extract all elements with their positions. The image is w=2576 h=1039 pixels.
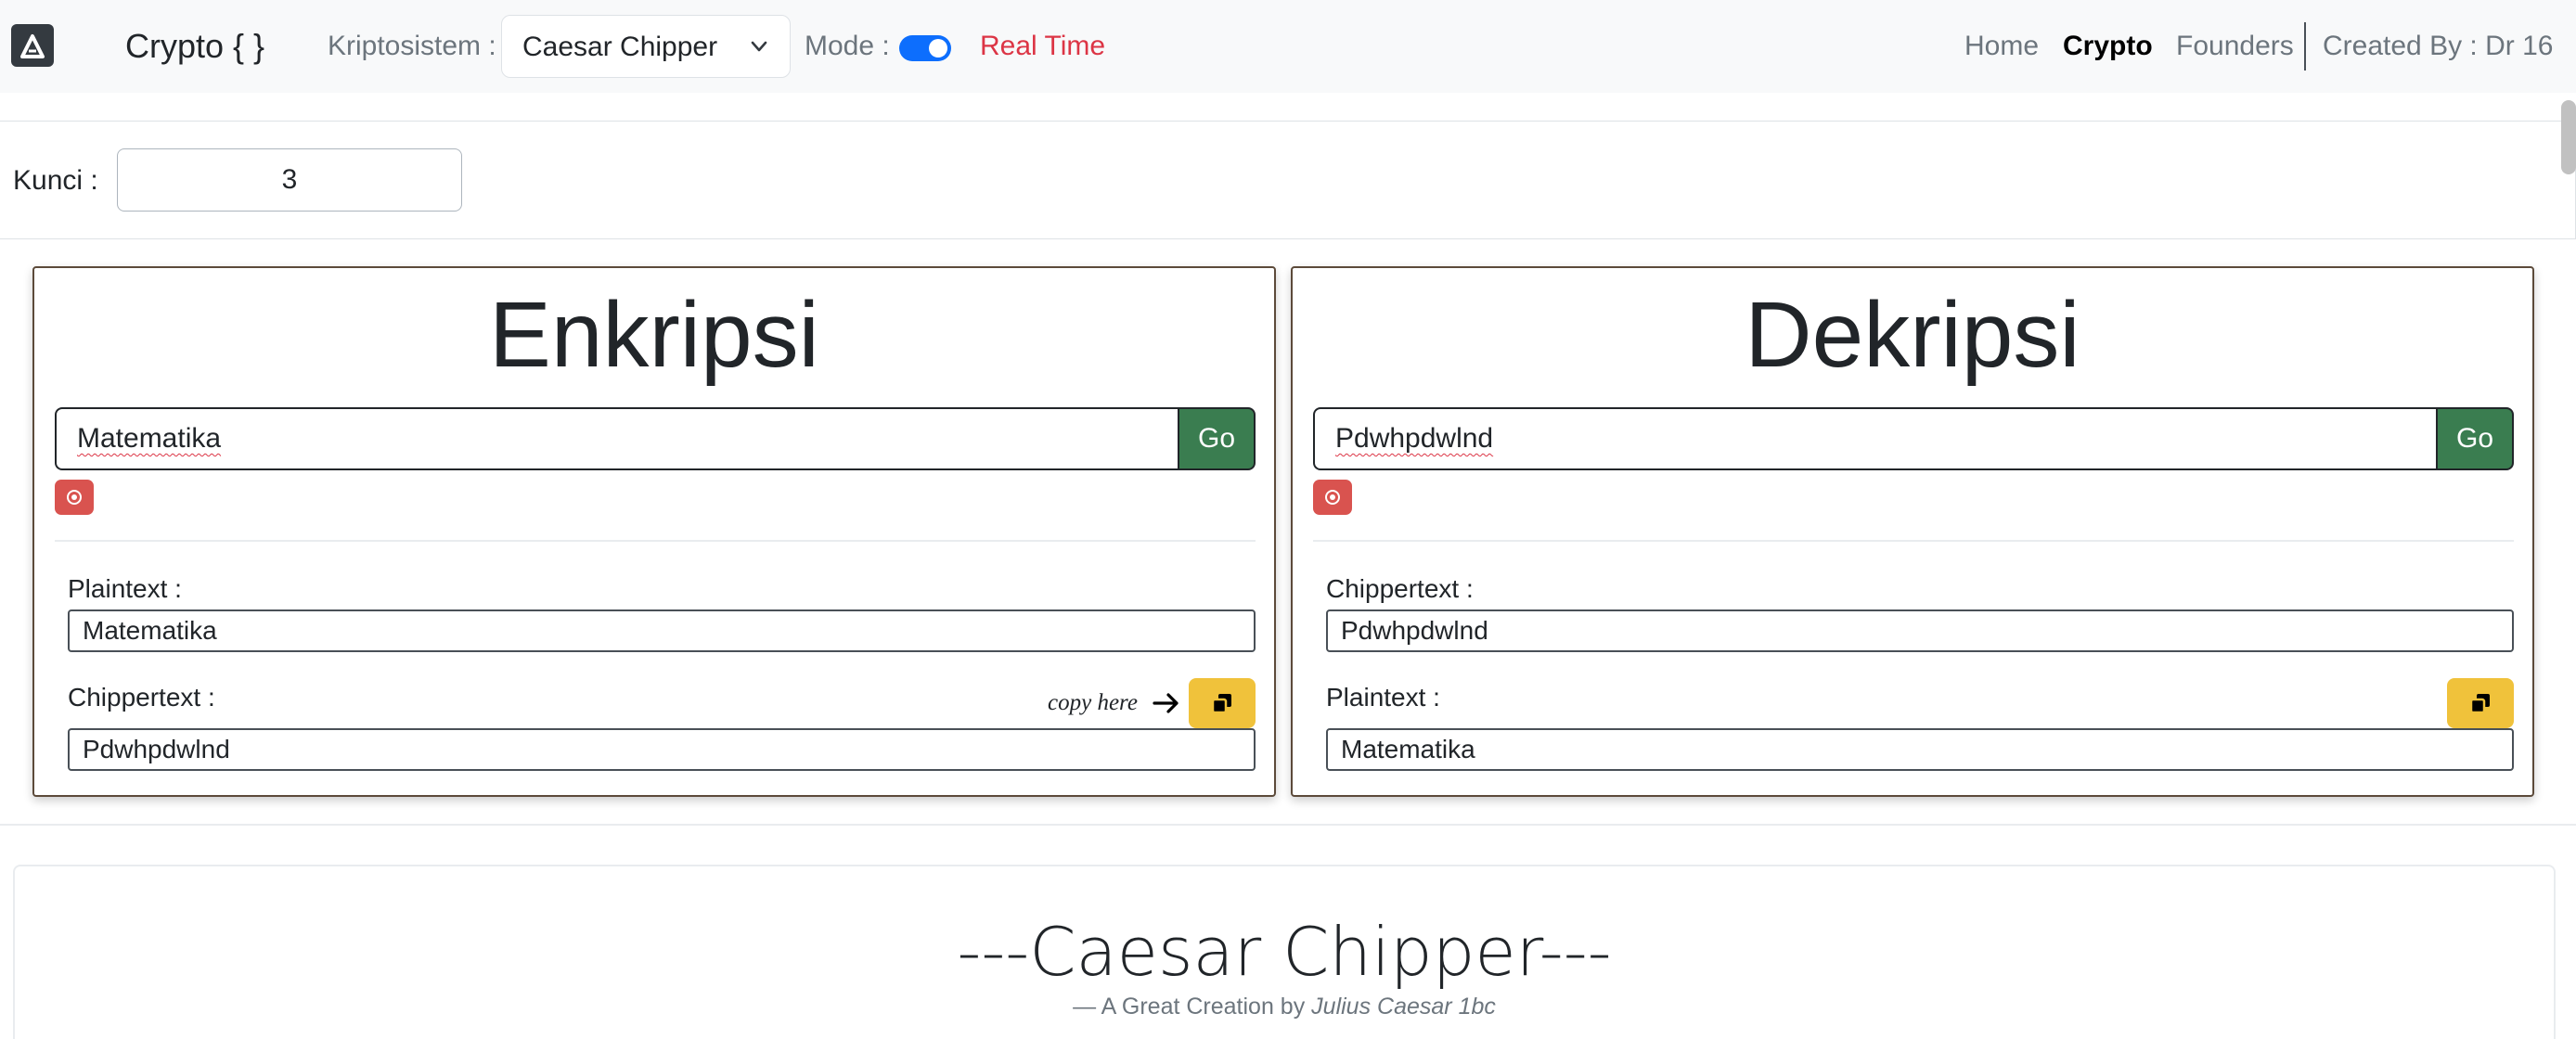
chevron-down-icon [751,41,767,52]
enkripsi-plaintext-field[interactable]: Matematika [68,609,1256,652]
key-input[interactable]: 3 [117,148,462,212]
scrollbar-thumb[interactable] [2561,100,2576,174]
created-by: Created By : Dr 16 [2323,31,2554,61]
copy-icon [1211,694,1231,714]
divider [55,540,1256,542]
toggle-knob [929,39,947,58]
dekripsi-copy-button[interactable] [2447,678,2514,728]
clear-icon [67,490,82,505]
enkripsi-chippertext-label: Chippertext : [68,683,215,712]
kriptosistem-label: Kriptosistem : [328,31,496,61]
kriptosistem-select-value: Caesar Chipper [522,32,718,62]
navbar: Crypto { } Kriptosistem : Caesar Chipper… [0,0,2576,93]
info-title: ---Caesar Chipper--- [957,913,1612,991]
kriptosistem-select[interactable]: Caesar Chipper [501,15,791,78]
enkripsi-chippertext-field[interactable]: Pdwhpdwlnd [68,728,1256,771]
enkripsi-clear-button[interactable] [55,480,94,515]
clear-icon [1325,490,1340,505]
dekripsi-chippertext-field[interactable]: Pdwhpdwlnd [1326,609,2514,652]
key-row: Kunci : 3 [0,121,2576,239]
info-subtitle: — A Great Creation by Julius Caesar 1bc [15,991,2554,1022]
enkripsi-go-button[interactable]: Go [1178,407,1256,470]
arrow-right-icon [1153,693,1179,713]
mode-label: Mode : [805,31,890,61]
enkripsi-title: Enkripsi [489,283,819,387]
divider [1313,540,2514,542]
info-subtitle-author: Julius Caesar 1bc [1311,994,1496,1020]
mode-toggle[interactable] [899,35,951,61]
enkripsi-plaintext-label: Plaintext : [68,574,182,603]
info-subtitle-prefix: — A Great Creation by [1073,994,1312,1020]
dekripsi-input[interactable]: Pdwhpdwlnd [1313,407,2436,470]
nav-divider [2304,22,2306,71]
realtime-label: Real Time [980,31,1106,61]
nav-link-home[interactable]: Home [1964,28,2039,65]
dekripsi-plaintext-label: Plaintext : [1326,683,1440,712]
nav-link-founders[interactable]: Founders [2176,28,2294,65]
enkripsi-copy-button[interactable] [1189,678,1256,728]
nav-link-crypto[interactable]: Crypto [2063,28,2153,65]
dekripsi-chippertext-label: Chippertext : [1326,574,1474,603]
logo-icon[interactable] [11,24,54,67]
info-card: ---Caesar Chipper--- — A Great Creation … [13,865,2556,1039]
dekripsi-title: Dekripsi [1745,283,2080,387]
brand-title[interactable]: Crypto { } [125,26,264,67]
dekripsi-plaintext-field[interactable]: Matematika [1326,728,2514,771]
copy-hint: copy here [1048,690,1138,715]
enkripsi-input[interactable]: Matematika [55,407,1178,470]
dekripsi-card: Dekripsi Pdwhpdwlnd Go Chippertext : Pdw… [1291,266,2534,797]
section-divider [0,824,2576,826]
dekripsi-go-button[interactable]: Go [2436,407,2514,470]
key-label: Kunci : [13,165,98,196]
dekripsi-clear-button[interactable] [1313,480,1352,515]
copy-icon [2469,694,2490,714]
enkripsi-card: Enkripsi Matematika Go Plaintext : Matem… [32,266,1276,797]
